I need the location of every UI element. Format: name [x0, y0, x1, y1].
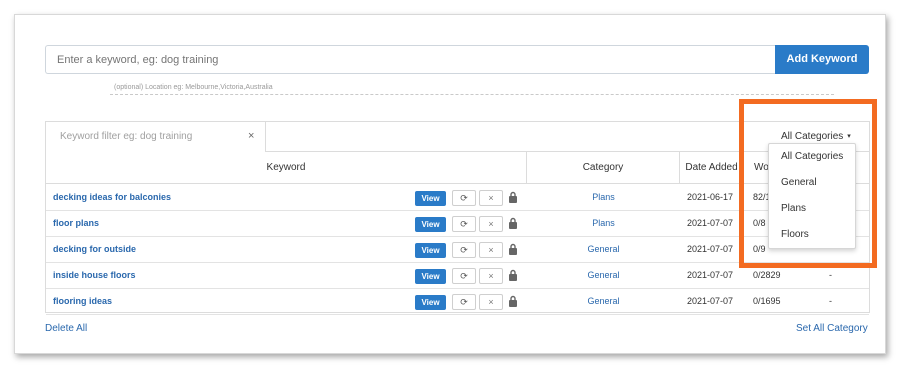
words-value: 0/1695 [753, 296, 781, 306]
view-button[interactable]: View [415, 243, 446, 258]
lock-icon[interactable] [508, 243, 518, 255]
delete-icon[interactable]: × [479, 190, 503, 206]
keyword-link[interactable]: inside house floors [53, 270, 136, 280]
view-button[interactable]: View [415, 295, 446, 310]
category-dropdown: All Categories General Plans Floors [768, 143, 856, 249]
refresh-icon[interactable]: ⟳ [452, 268, 476, 284]
table-row: flooring ideas View ⟳ × General 2021-07-07 0/1… [46, 289, 869, 315]
table-row: inside house floors View ⟳ × General 2021-07-… [46, 263, 869, 289]
keyword-link[interactable]: flooring ideas [53, 296, 112, 306]
dropdown-option-plans[interactable]: Plans [781, 203, 806, 214]
keyword-link[interactable]: decking ideas for balconies [53, 192, 171, 202]
delete-icon[interactable]: × [479, 268, 503, 284]
refresh-icon[interactable]: ⟳ [452, 216, 476, 232]
keywords-table: Keyword filter eg: dog training × All Ca… [45, 121, 870, 315]
view-button[interactable]: View [415, 269, 446, 284]
caret-down-icon: ▾ [847, 133, 851, 140]
delete-all-link[interactable]: Delete All [45, 323, 87, 334]
date-added: 2021-07-07 [687, 244, 734, 254]
delete-icon[interactable]: × [479, 294, 503, 310]
filter-bar: Keyword filter eg: dog training × All Ca… [46, 122, 869, 152]
words-value: 0/2829 [753, 270, 781, 280]
table-row: floor plans View ⟳ × Plans 2021-07-07 0/8 [46, 211, 869, 237]
category-link[interactable]: General [527, 296, 680, 306]
header-date-added[interactable]: Date Added [680, 152, 744, 184]
category-link[interactable]: General [527, 270, 680, 280]
extra-value: - [829, 296, 832, 306]
words-value: 0/8 [753, 218, 766, 228]
table-row: decking ideas for balconies View ⟳ × Plans 20… [46, 185, 869, 211]
lock-icon[interactable] [508, 191, 518, 203]
extra-value: - [829, 270, 832, 280]
delete-icon[interactable]: × [479, 242, 503, 258]
lock-icon[interactable] [508, 217, 518, 229]
table-header: Keyword Category Date Added Wo e [46, 152, 869, 184]
view-button[interactable]: View [415, 217, 446, 232]
delete-icon[interactable]: × [479, 216, 503, 232]
words-value: 0/9 [753, 244, 766, 254]
dropdown-option-floors[interactable]: Floors [781, 229, 809, 240]
keyword-link[interactable]: decking for outside [53, 244, 136, 254]
lock-icon[interactable] [508, 269, 518, 281]
table-row: decking for outside View ⟳ × General 2021-07-… [46, 237, 869, 263]
category-link[interactable]: General [527, 244, 680, 254]
date-added: 2021-07-07 [687, 218, 734, 228]
location-input[interactable]: (optional) Location eg: Melbourne,Victor… [110, 81, 834, 95]
header-keyword[interactable]: Keyword [46, 152, 527, 184]
dropdown-option-general[interactable]: General [781, 177, 817, 188]
keyword-link[interactable]: floor plans [53, 218, 99, 228]
header-category[interactable]: Category [527, 152, 680, 184]
dropdown-option-all-categories[interactable]: All Categories [781, 151, 843, 162]
set-all-category-link[interactable]: Set All Category [796, 323, 868, 334]
filter-clear-icon[interactable]: × [248, 130, 254, 142]
category-link[interactable]: Plans [527, 192, 680, 202]
date-added: 2021-06-17 [687, 192, 734, 202]
category-link[interactable]: Plans [527, 218, 680, 228]
view-button[interactable]: View [415, 191, 446, 206]
refresh-icon[interactable]: ⟳ [452, 190, 476, 206]
keyword-input[interactable] [45, 45, 776, 74]
category-select-value: All Categories [781, 131, 844, 142]
date-added: 2021-07-07 [687, 296, 734, 306]
category-select[interactable]: All Categories ▾ [781, 131, 851, 142]
refresh-icon[interactable]: ⟳ [452, 294, 476, 310]
refresh-icon[interactable]: ⟳ [452, 242, 476, 258]
add-keyword-button[interactable]: Add Keyword [775, 45, 869, 74]
lock-icon[interactable] [508, 295, 518, 307]
keyword-filter-input[interactable]: Keyword filter eg: dog training [46, 122, 266, 152]
date-added: 2021-07-07 [687, 270, 734, 280]
